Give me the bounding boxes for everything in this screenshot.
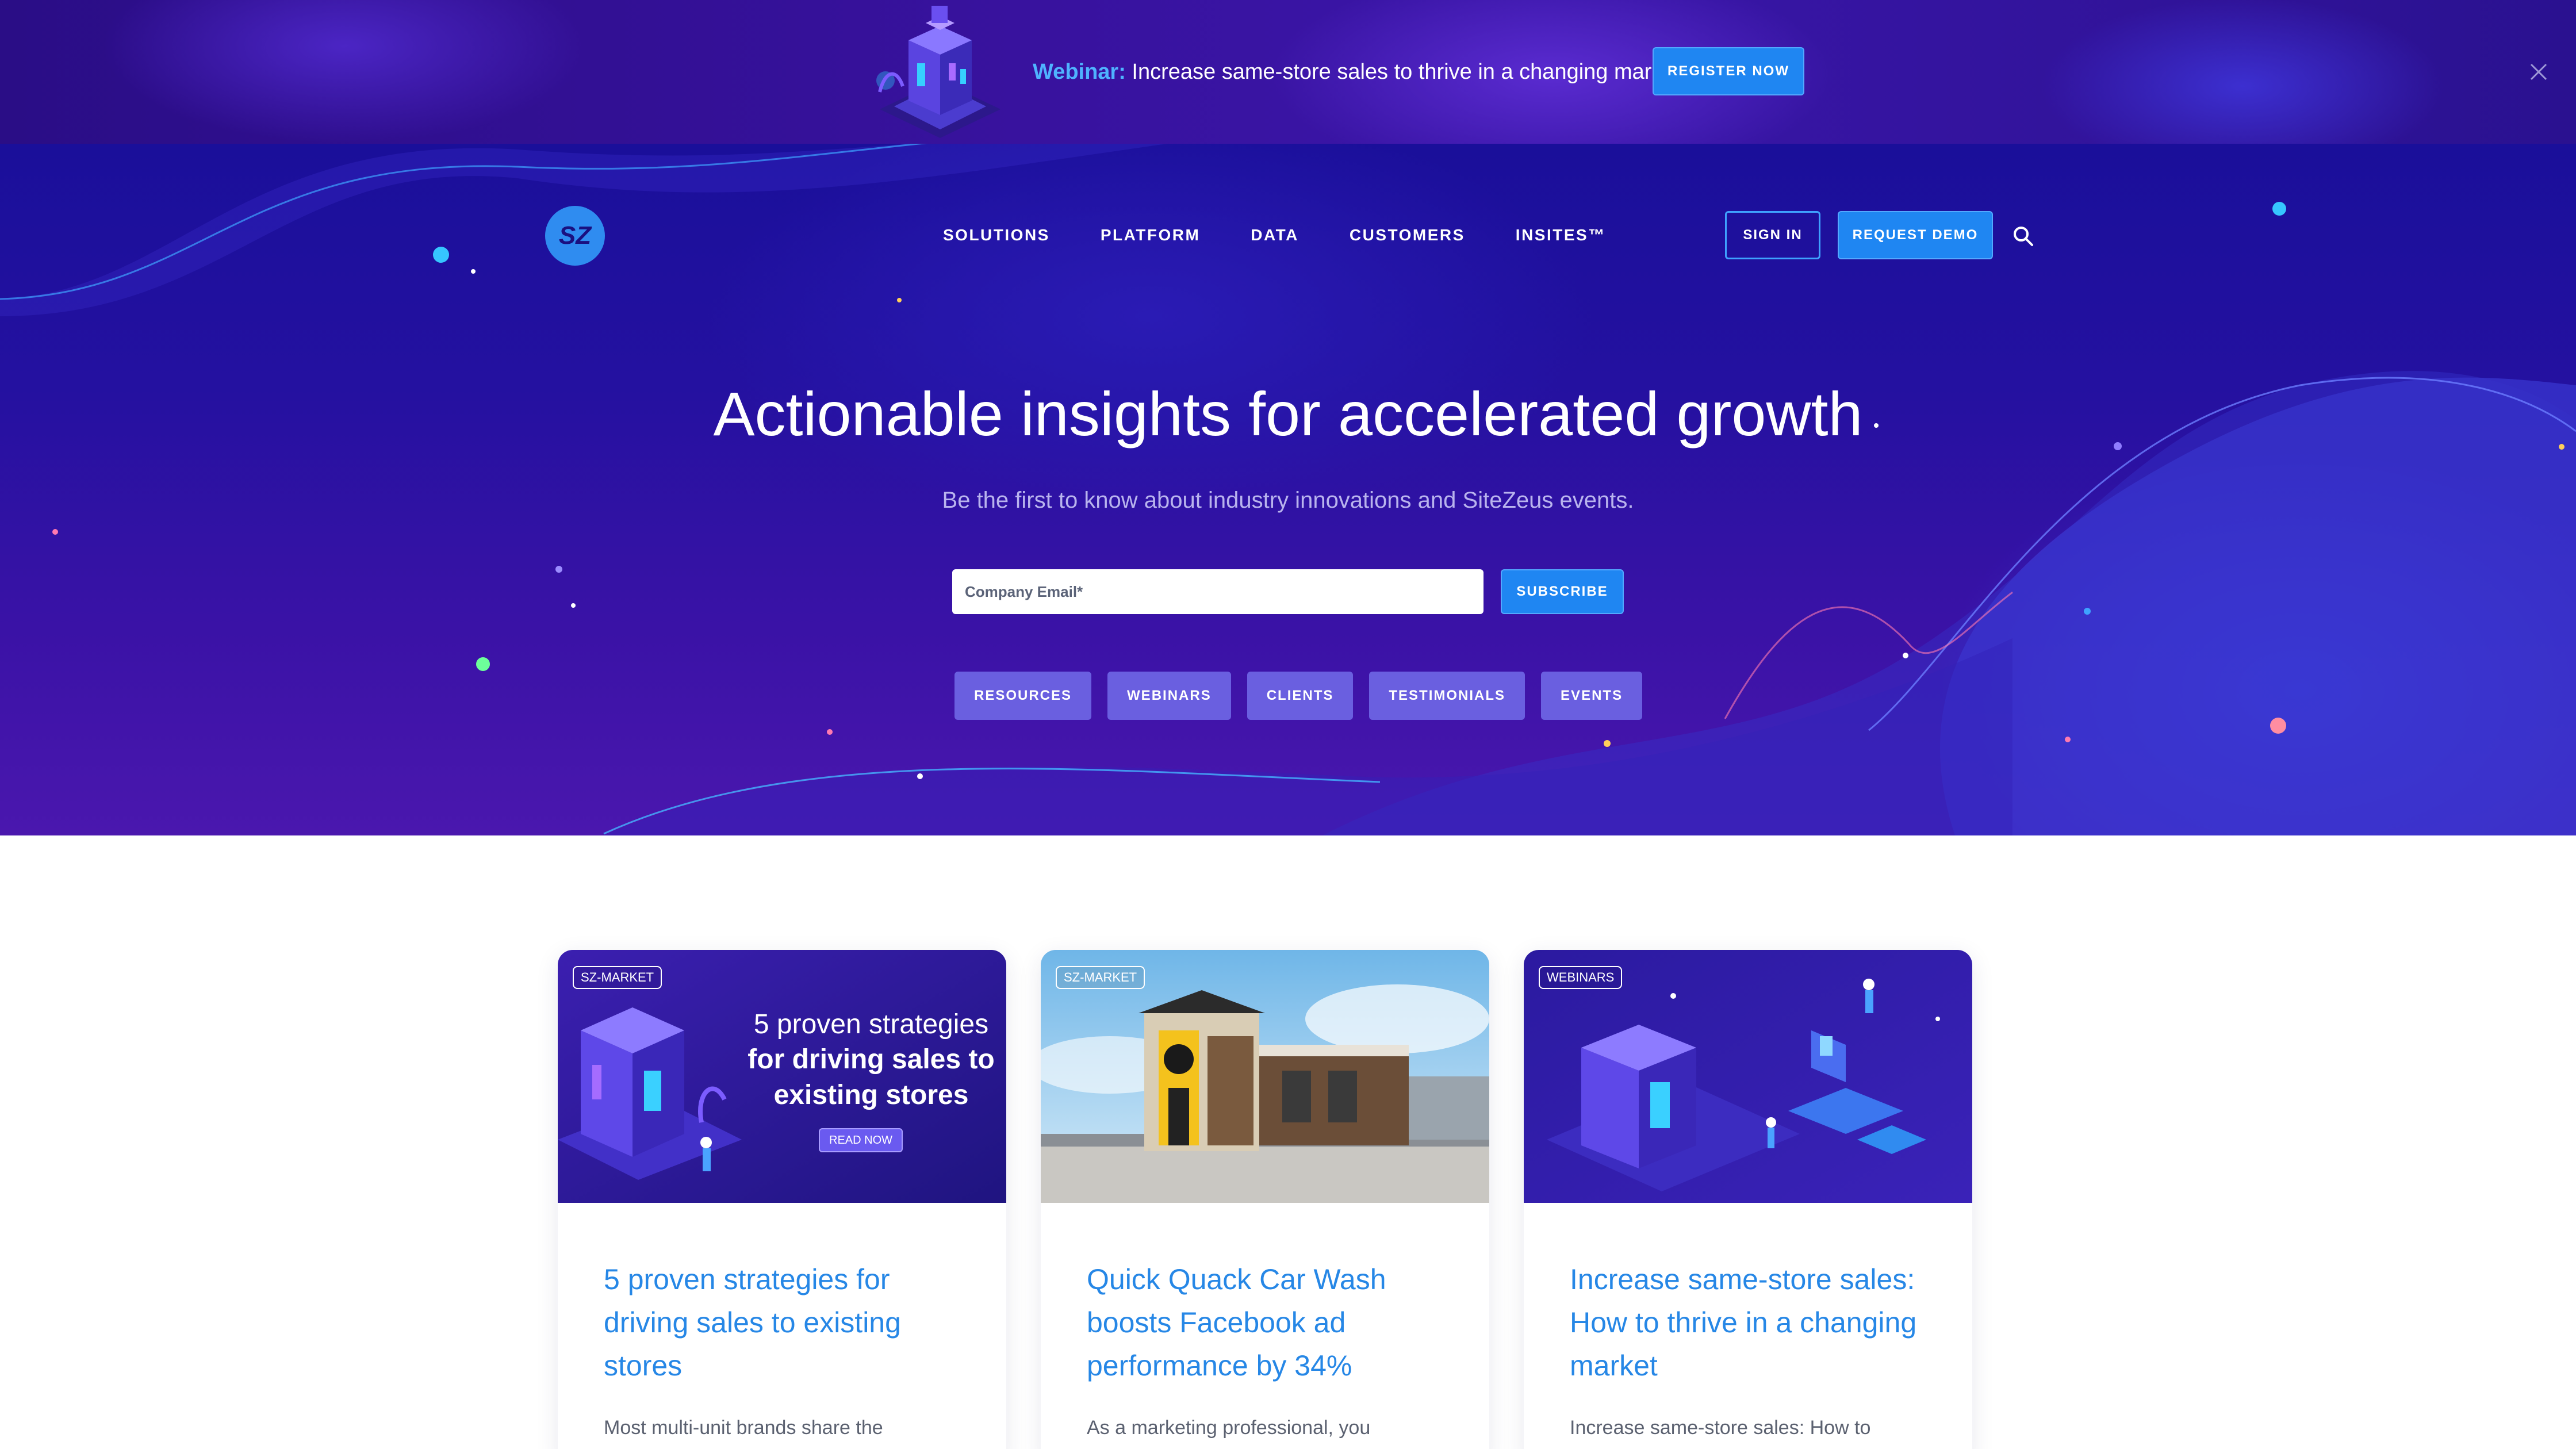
- subscribe-button[interactable]: SUBSCRIBE: [1501, 569, 1624, 614]
- card-excerpt: As a marketing professional, you: [1087, 1417, 1371, 1439]
- register-now-button[interactable]: REGISTER NOW: [1653, 47, 1804, 95]
- image-line-2: for driving sales to: [747, 1044, 995, 1075]
- hero-title: Actionable insights for accelerated grow…: [713, 379, 1863, 448]
- hero-section: SZ SOLUTIONS PLATFORM DATA CUSTOMERS INS…: [0, 144, 2576, 835]
- card-image-headline: 5 proven strategies for driving sales to…: [747, 1007, 995, 1113]
- nav-solutions[interactable]: SOLUTIONS: [943, 221, 1050, 250]
- filter-events[interactable]: EVENTS: [1541, 672, 1643, 720]
- nav-data[interactable]: DATA: [1251, 221, 1299, 250]
- announcement-text: Webinar: Increase same-store sales to th…: [1033, 57, 1681, 86]
- close-icon[interactable]: [2529, 62, 2548, 82]
- filter-testimonials[interactable]: TESTIMONIALS: [1369, 672, 1525, 720]
- building-illustration-icon: [876, 6, 1000, 138]
- image-line-1: 5 proven strategies: [753, 1009, 989, 1040]
- card-image[interactable]: SZ-MARKET: [1041, 950, 1489, 1203]
- card-tag: WEBINARS: [1539, 966, 1623, 989]
- card-image[interactable]: SZ-MARKET 5 proven strategies for drivin…: [558, 950, 1006, 1203]
- sign-in-button[interactable]: SIGN IN: [1725, 211, 1820, 259]
- card-tag: SZ-MARKET: [573, 966, 662, 989]
- card-title[interactable]: Increase same-store sales: How to thrive…: [1570, 1258, 1938, 1387]
- nav-customers[interactable]: CUSTOMERS: [1350, 221, 1465, 250]
- sitezeus-logo[interactable]: SZ: [545, 206, 605, 266]
- nav-insites[interactable]: INSITES™: [1516, 221, 1606, 250]
- main-nav: SOLUTIONS PLATFORM DATA CUSTOMERS INSITE…: [943, 221, 1606, 250]
- search-icon[interactable]: [2011, 224, 2034, 247]
- card-excerpt: Most multi-unit brands share the: [604, 1417, 883, 1439]
- hero-subtitle: Be the first to know about industry inno…: [942, 488, 1634, 513]
- card-title[interactable]: 5 proven strategies for driving sales to…: [604, 1258, 972, 1387]
- announcement-lead: Webinar:: [1033, 60, 1126, 84]
- resource-cards: SZ-MARKET 5 proven strategies for drivin…: [558, 950, 1972, 1449]
- filter-clients[interactable]: CLIENTS: [1247, 672, 1354, 720]
- resource-card[interactable]: SZ-MARKET Quick Quack Car Wash boosts Fa…: [1041, 950, 1489, 1449]
- filter-pills: RESOURCES WEBINARS CLIENTS TESTIMONIALS …: [954, 672, 1643, 720]
- nav-platform[interactable]: PLATFORM: [1101, 221, 1200, 250]
- announcement-message: Increase same-store sales to thrive in a…: [1125, 60, 1681, 84]
- filter-resources[interactable]: RESOURCES: [954, 672, 1092, 720]
- image-read-now-button[interactable]: READ NOW: [819, 1128, 903, 1152]
- card-excerpt: Increase same-store sales: How to: [1570, 1417, 1871, 1439]
- announcement-bar: Webinar: Increase same-store sales to th…: [0, 0, 2576, 144]
- resource-card[interactable]: SZ-MARKET 5 proven strategies for drivin…: [558, 950, 1006, 1449]
- filter-webinars[interactable]: WEBINARS: [1107, 672, 1231, 720]
- card-tag: SZ-MARKET: [1056, 966, 1145, 989]
- request-demo-button[interactable]: REQUEST DEMO: [1838, 211, 1993, 259]
- card-title[interactable]: Quick Quack Car Wash boosts Facebook ad …: [1087, 1258, 1455, 1387]
- logo-text: SZ: [559, 221, 592, 250]
- company-email-input[interactable]: [952, 569, 1483, 614]
- resource-card[interactable]: WEBINARS Increase same-store sales: How …: [1524, 950, 1972, 1449]
- image-line-3: existing stores: [773, 1080, 969, 1110]
- card-image[interactable]: WEBINARS: [1524, 950, 1972, 1203]
